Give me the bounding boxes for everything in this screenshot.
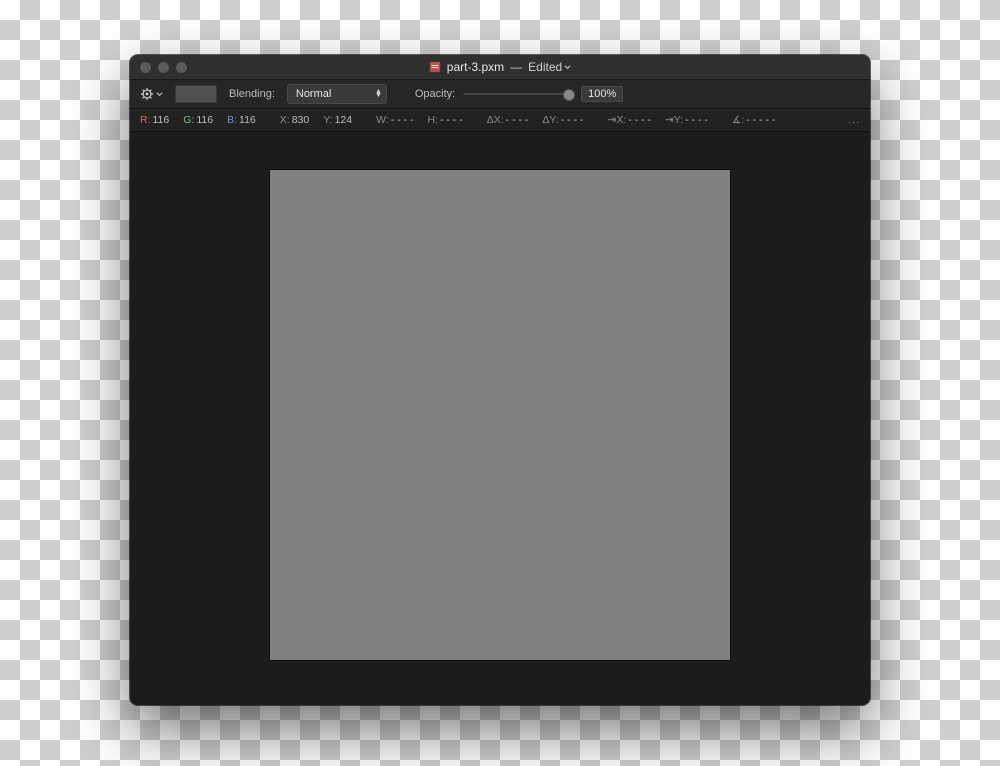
document-status-dropdown[interactable]: Edited — [528, 60, 571, 74]
titlebar[interactable]: part-3.pxm — Edited — [130, 55, 870, 80]
toolbar: Blending: Normal ▲▼ Opacity: 100% — [130, 80, 870, 109]
info-ax: ⇥X:- - - - — [608, 114, 651, 126]
blending-mode-select[interactable]: Normal ▲▼ — [287, 84, 387, 104]
opacity-label: Opacity: — [415, 88, 455, 100]
info-overflow-button[interactable]: ... — [848, 114, 860, 126]
artboard[interactable] — [270, 170, 730, 660]
document-status-label: Edited — [528, 60, 562, 74]
chevron-down-icon — [156, 91, 163, 98]
blending-mode-value: Normal — [296, 88, 331, 100]
document-filename[interactable]: part-3.pxm — [447, 60, 504, 74]
gear-icon — [140, 87, 154, 101]
blending-label: Blending: — [229, 88, 275, 100]
info-ay: ⇥Y:- - - - — [665, 114, 708, 126]
chevron-down-icon — [564, 64, 571, 71]
opacity-slider[interactable] — [463, 88, 573, 100]
app-window: part-3.pxm — Edited — [130, 55, 870, 705]
desktop-background: part-3.pxm — Edited — [0, 0, 1000, 766]
info-b: B:116 — [227, 114, 256, 126]
info-angle: ∡:- - - - - — [732, 114, 776, 126]
canvas-viewport[interactable] — [130, 132, 870, 705]
info-h: H:- - - - — [427, 114, 462, 126]
opacity-value-field[interactable]: 100% — [581, 86, 623, 102]
window-controls — [140, 62, 187, 73]
title-separator: — — [510, 60, 522, 74]
info-dx: ΔX:- - - - — [487, 114, 529, 126]
color-swatch[interactable] — [175, 85, 217, 103]
info-dy: ΔY:- - - - — [542, 114, 583, 126]
slider-track — [463, 93, 573, 95]
close-window-button[interactable] — [140, 62, 151, 73]
info-g: G:116 — [183, 114, 213, 126]
zoom-window-button[interactable] — [176, 62, 187, 73]
slider-knob[interactable] — [563, 89, 575, 101]
info-w: W:- - - - — [376, 114, 413, 126]
info-bar: R:116 G:116 B:116 X:830 Y:124 W:- - - - … — [130, 109, 870, 132]
info-x: X:830 — [280, 114, 309, 126]
select-arrows-icon: ▲▼ — [375, 90, 382, 98]
info-r: R:116 — [140, 114, 169, 126]
opacity-control: Opacity: 100% — [415, 86, 623, 102]
minimize-window-button[interactable] — [158, 62, 169, 73]
document-icon[interactable] — [429, 61, 441, 73]
settings-menu-button[interactable] — [140, 87, 163, 101]
window-title: part-3.pxm — Edited — [130, 60, 870, 74]
info-y: Y:124 — [323, 114, 352, 126]
